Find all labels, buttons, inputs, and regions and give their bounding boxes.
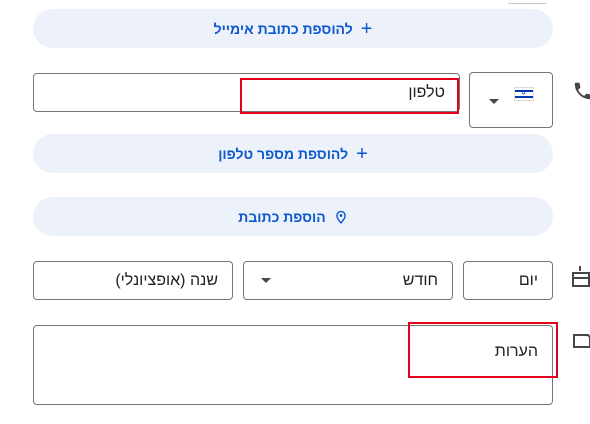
- phone-icon: [572, 80, 590, 102]
- month-placeholder: חודש: [402, 271, 438, 289]
- add-phone-label: להוספת מספר טלפון: [218, 145, 349, 162]
- add-email-label: להוספת כתובת אימייל: [213, 20, 353, 37]
- year-placeholder: שנה (אופציונלי): [115, 271, 218, 289]
- notes-icon: [572, 332, 590, 354]
- plus-icon: +: [360, 17, 373, 40]
- day-placeholder: יום: [518, 271, 538, 289]
- birthday-month-select[interactable]: חודש: [243, 261, 453, 300]
- add-phone-button[interactable]: + להוספת מספר טלפון: [33, 134, 553, 173]
- add-address-button[interactable]: הוספת כתובת: [33, 197, 553, 236]
- birthday-day-input[interactable]: יום: [463, 261, 553, 300]
- chevron-down-icon: [261, 278, 271, 283]
- location-pin-icon: [334, 209, 348, 225]
- chevron-down-icon: [489, 99, 499, 104]
- country-code-select[interactable]: ✡: [469, 72, 553, 128]
- birthday-year-input[interactable]: שנה (אופציונלי): [33, 261, 233, 300]
- phone-highlight-box: [240, 78, 459, 114]
- add-email-button[interactable]: + להוספת כתובת אימייל: [33, 9, 553, 48]
- top-partial-element: [508, 0, 546, 4]
- notes-highlight-box: [408, 322, 558, 378]
- israel-flag-icon: ✡: [514, 87, 534, 101]
- add-address-label: הוספת כתובת: [238, 208, 326, 225]
- plus-icon: +: [356, 142, 368, 165]
- cake-icon: [571, 264, 590, 288]
